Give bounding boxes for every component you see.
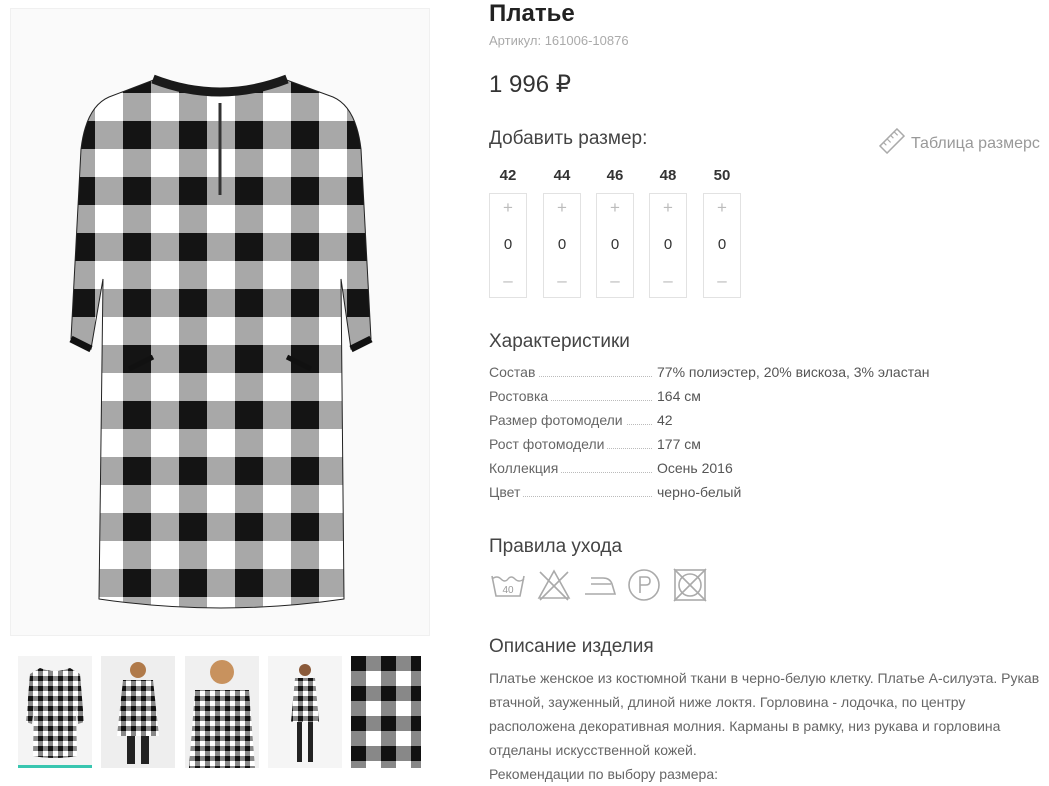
no-tumble-dry-icon — [671, 566, 709, 604]
spec-row: Коллекция Осень 2016 — [489, 458, 949, 482]
spec-value: 177 см — [657, 436, 701, 452]
thumbnail-1[interactable] — [18, 656, 92, 768]
quantity-stepper: + 0 – — [489, 193, 527, 298]
decrease-button[interactable]: – — [597, 272, 633, 289]
increase-button[interactable]: + — [490, 199, 526, 216]
spec-key: Цвет — [489, 482, 524, 502]
product-title: Платье — [489, 0, 575, 27]
size-label: 48 — [659, 167, 677, 184]
iron-icon — [581, 566, 619, 604]
quantity-value[interactable]: 0 — [704, 236, 740, 253]
decrease-button[interactable]: – — [650, 272, 686, 289]
increase-button[interactable]: + — [597, 199, 633, 216]
quantity-value[interactable]: 0 — [544, 236, 580, 253]
thumbnail-3[interactable] — [185, 656, 259, 768]
spec-value: 42 — [657, 412, 673, 428]
spec-row: Состав 77% полиэстер, 20% вискоза, 3% эла… — [489, 362, 949, 386]
quantity-value[interactable]: 0 — [597, 236, 633, 253]
spec-key: Размер фотомодели — [489, 410, 626, 430]
spec-row: Ростовка 164 см — [489, 386, 949, 410]
spec-row: Размер фотомодели 42 — [489, 410, 949, 434]
size-label: 46 — [606, 167, 624, 184]
spec-key: Коллекция — [489, 458, 562, 478]
description-line: Платье женское из костюмной ткани в черн… — [489, 670, 1040, 686]
quantity-stepper: + 0 – — [703, 193, 741, 298]
wash-temperature: 40 — [502, 585, 514, 596]
quantity-value[interactable]: 0 — [490, 236, 526, 253]
thumbnail-2[interactable] — [101, 656, 175, 768]
no-bleach-icon — [535, 566, 573, 604]
description-line: втачной, зауженный, длиной ниже локтя. Г… — [489, 694, 966, 710]
decrease-button[interactable]: – — [490, 272, 526, 289]
increase-button[interactable]: + — [704, 199, 740, 216]
description-line: расположена декоративная молния. Карманы… — [489, 718, 1001, 734]
size-label: 44 — [553, 167, 571, 184]
quantity-value[interactable]: 0 — [650, 236, 686, 253]
sizes-title: Добавить размер: — [489, 128, 648, 149]
product-price: 1 996 ₽ — [489, 71, 571, 98]
size-44: 44 + 0 – — [543, 165, 581, 298]
spec-row: Цвет черно-белый — [489, 482, 949, 506]
size-label: 50 — [713, 167, 731, 184]
size-chart-link[interactable]: Таблица размерс — [878, 127, 1040, 159]
description-line: Рекомендации по выбору размера: — [489, 766, 719, 782]
wash-40-icon: 40 — [489, 566, 527, 604]
size-50: 50 + 0 – — [703, 165, 741, 298]
description-text: Платье женское из костюмной ткани в черн… — [489, 666, 1049, 786]
decrease-button[interactable]: – — [544, 272, 580, 289]
quantity-stepper: + 0 – — [649, 193, 687, 298]
spec-key: Состав — [489, 362, 539, 382]
spec-value: 77% полиэстер, 20% вискоза, 3% эластан — [657, 364, 930, 380]
care-title: Правила ухода — [489, 536, 623, 557]
size-48: 48 + 0 – — [649, 165, 687, 298]
spec-value: 164 см — [657, 388, 701, 404]
quantity-stepper: + 0 – — [543, 193, 581, 298]
increase-button[interactable]: + — [544, 199, 580, 216]
main-product-image[interactable] — [10, 8, 430, 636]
thumbnail-strip — [18, 656, 428, 771]
thumbnail-4[interactable] — [268, 656, 342, 768]
spec-row: Рост фотомодели 177 см — [489, 434, 949, 458]
spec-key: Рост фотомодели — [489, 434, 608, 454]
spec-value: Осень 2016 — [657, 460, 733, 476]
specs-table: Состав 77% полиэстер, 20% вискоза, 3% эла… — [489, 362, 949, 506]
quantity-stepper: + 0 – — [596, 193, 634, 298]
size-chart-label: Таблица размерс — [911, 134, 1040, 152]
spec-value: черно-белый — [657, 484, 742, 500]
size-46: 46 + 0 – — [596, 165, 634, 298]
description-line: отделаны искусственной кожей. — [489, 742, 697, 758]
size-42: 42 + 0 – — [489, 165, 527, 298]
size-label: 42 — [499, 167, 517, 184]
description-title: Описание изделия — [489, 636, 654, 657]
thumbnail-5[interactable] — [351, 656, 421, 768]
decrease-button[interactable]: – — [704, 272, 740, 289]
dry-clean-p-icon — [625, 566, 663, 604]
ruler-icon — [878, 127, 906, 159]
specs-title: Характеристики — [489, 331, 630, 352]
spec-key: Ростовка — [489, 386, 552, 406]
product-sku: Артикул: 161006-10876 — [489, 33, 629, 48]
increase-button[interactable]: + — [650, 199, 686, 216]
product-info: Платье Артикул: 161006-10876 1 996 ₽ Доб… — [489, 0, 1049, 785]
